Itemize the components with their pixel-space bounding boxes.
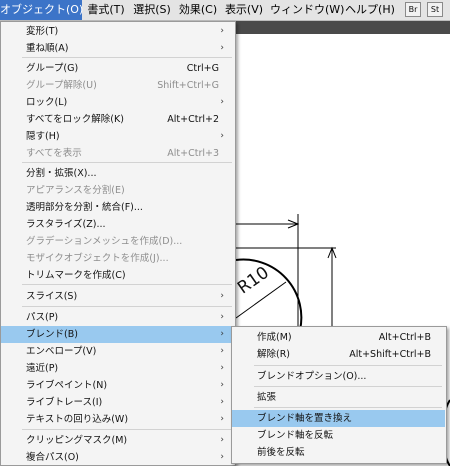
menu-item-label: 解除(R) — [257, 349, 291, 360]
menu-item-shortcut: Alt+Shift+Ctrl+B — [349, 349, 431, 360]
menu-item-label: 拡張 — [257, 392, 277, 403]
blend-submenu-item-1[interactable]: 作成(M) Alt+Ctrl+B — [232, 329, 445, 346]
menu-separator — [254, 386, 442, 387]
blend-submenu-item-2[interactable]: 解除(R) Alt+Shift+Ctrl+B — [232, 346, 445, 363]
blend-submenu-item-7[interactable]: 前後を反転 — [232, 444, 445, 461]
blend-submenu-item-4[interactable]: 拡張 — [232, 389, 445, 406]
menu-item-label: ブレンドオプション(O)... — [257, 371, 367, 382]
menu-item-label: 前後を反転 — [257, 447, 305, 458]
blend-submenu-item-5[interactable]: ブレンド軸を置き換え — [232, 410, 445, 427]
blend-submenu-item-6[interactable]: ブレンド軸を反転 — [232, 427, 445, 444]
menu-item-label: ブレンド軸を反転 — [257, 430, 334, 441]
blend-submenu-item-3[interactable]: ブレンドオプション(O)... — [232, 368, 445, 385]
menu-item-label: ブレンド軸を置き換え — [257, 413, 353, 424]
menu-item-shortcut: Alt+Ctrl+B — [378, 332, 431, 343]
menu-separator — [254, 407, 442, 408]
menu-item-label: 作成(M) — [257, 332, 292, 343]
menu-separator — [254, 365, 442, 366]
